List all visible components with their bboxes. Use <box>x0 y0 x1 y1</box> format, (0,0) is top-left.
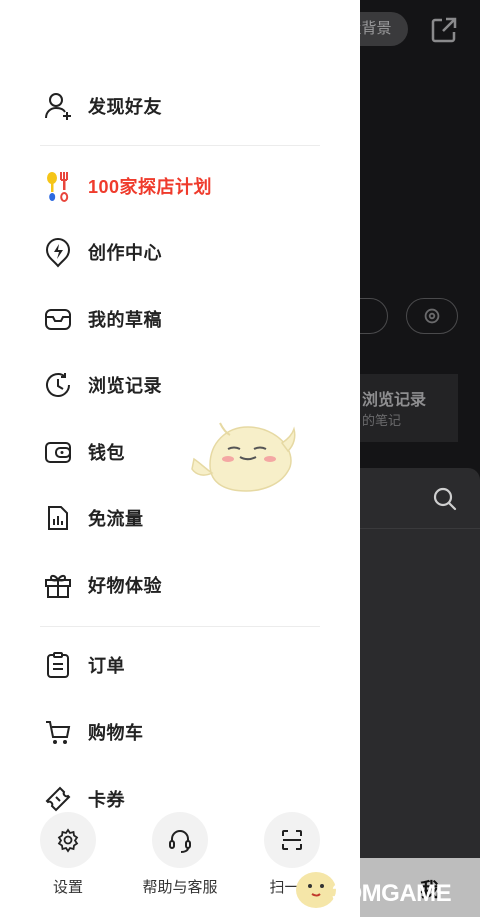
data-usage-icon <box>40 500 76 536</box>
wallet-icon <box>40 434 76 470</box>
share-icon[interactable] <box>428 14 460 46</box>
menu-label: 创作中心 <box>88 243 162 263</box>
menu-label: 免流量 <box>88 509 144 529</box>
lightning-icon <box>40 234 76 270</box>
side-drawer: 发现好友 100家探店计划 创作中心 我的草稿 浏览记录 钱包 免流量 好物体验… <box>0 0 360 917</box>
gift-icon <box>40 567 76 603</box>
sheet-divider <box>340 528 480 529</box>
history-card-title: 浏览记录 <box>362 392 427 409</box>
menu-plan-100-stores[interactable]: 100家探店计划 <box>40 166 340 206</box>
menu-label: 100家探店计划 <box>88 177 213 197</box>
menu-discover-friends[interactable]: 发现好友 <box>40 86 340 126</box>
help-button[interactable] <box>152 812 208 868</box>
divider <box>40 626 320 627</box>
watermark-text: 3DMGAME <box>332 880 452 907</box>
cart-icon <box>40 714 76 750</box>
gear-icon <box>57 828 79 853</box>
menu-label: 好物体验 <box>88 576 162 596</box>
menu-good-items[interactable]: 好物体验 <box>40 565 340 605</box>
clipboard-icon <box>40 647 76 683</box>
menu-label: 卡券 <box>88 790 125 810</box>
menu-orders[interactable]: 订单 <box>40 645 340 685</box>
mascot-sticker <box>191 422 296 492</box>
notes-sheet <box>340 468 480 917</box>
add-user-icon <box>40 88 76 124</box>
menu-creator-center[interactable]: 创作中心 <box>40 232 340 272</box>
search-icon[interactable] <box>432 486 458 512</box>
menu-browse-history[interactable]: 浏览记录 <box>40 365 340 405</box>
help-label: 帮助与客服 <box>142 879 218 896</box>
settings-button[interactable] <box>406 298 458 334</box>
menu-label: 发现好友 <box>88 97 162 117</box>
menu-label: 我的草稿 <box>88 310 162 330</box>
menu-cart[interactable]: 购物车 <box>40 712 340 752</box>
headset-icon <box>169 830 191 853</box>
settings-bottom-button[interactable] <box>40 812 96 868</box>
history-icon <box>40 367 76 403</box>
menu-label: 购物车 <box>88 723 144 743</box>
menu-my-drafts[interactable]: 我的草稿 <box>40 299 340 339</box>
inbox-icon <box>40 301 76 337</box>
fork-spoon-icon <box>40 168 76 204</box>
settings-label: 设置 <box>52 879 83 896</box>
gear-icon <box>424 308 440 324</box>
divider <box>40 145 320 146</box>
menu-label: 订单 <box>88 656 125 676</box>
menu-label: 钱包 <box>88 443 125 463</box>
history-card-sub: 的笔记 <box>362 413 402 428</box>
menu-label: 浏览记录 <box>88 376 162 396</box>
scan-icon <box>282 830 302 850</box>
